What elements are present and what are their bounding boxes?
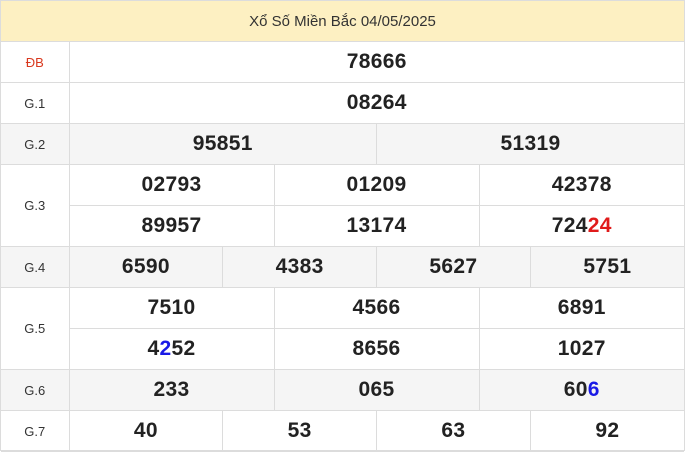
g1-number: 08264 bbox=[68, 82, 684, 124]
row-g4: G.4 6590 4383 5627 5751 bbox=[1, 246, 684, 288]
g2-number: 51319 bbox=[376, 123, 684, 165]
g7-number: 63 bbox=[376, 410, 531, 452]
label-g3: G.3 bbox=[1, 164, 70, 247]
row-g3-a: G.3 02793 01209 42378 bbox=[1, 164, 684, 247]
g4-number: 4383 bbox=[222, 246, 377, 288]
g4-number: 6590 bbox=[68, 246, 224, 288]
highlighted-digits: 24 bbox=[587, 214, 612, 237]
g6-number: 233 bbox=[68, 369, 275, 411]
g5-number: 7510 bbox=[68, 287, 275, 329]
g5-number: 1027 bbox=[478, 328, 684, 370]
results-table: ĐB 78666 G.1 08264 G.2 95851 51319 G.3 0… bbox=[1, 42, 684, 452]
g5-number: 4566 bbox=[273, 287, 480, 329]
g5-number: 6891 bbox=[478, 287, 684, 329]
g2-number: 95851 bbox=[68, 123, 377, 165]
special-number: 78666 bbox=[68, 42, 684, 83]
label-g6: G.6 bbox=[1, 369, 70, 411]
label-g1: G.1 bbox=[1, 82, 70, 124]
row-g5-b: 4252 8656 1027 bbox=[1, 328, 684, 370]
highlighted-digit: 2 bbox=[159, 337, 172, 360]
row-g3-b: 89957 13174 72424 bbox=[1, 205, 684, 247]
row-special: ĐB 78666 bbox=[1, 42, 684, 83]
g3-number: 89957 bbox=[68, 205, 275, 247]
number-prefix: 60 bbox=[563, 378, 588, 401]
label-g7: G.7 bbox=[1, 410, 70, 452]
g7-number: 92 bbox=[529, 410, 684, 452]
row-g6: G.6 233 065 606 bbox=[1, 369, 684, 411]
g7-number: 53 bbox=[222, 410, 377, 452]
g3-number: 02793 bbox=[68, 164, 275, 206]
g3-number: 13174 bbox=[273, 205, 480, 247]
g4-number: 5751 bbox=[529, 246, 684, 288]
g4-number: 5627 bbox=[376, 246, 531, 288]
g5-number: 8656 bbox=[273, 328, 480, 370]
label-g4: G.4 bbox=[1, 246, 70, 288]
highlighted-digit: 6 bbox=[587, 378, 600, 401]
g6-number: 065 bbox=[273, 369, 480, 411]
row-g5-a: G.5 7510 4566 6891 bbox=[1, 287, 684, 370]
row-g7: G.7 40 53 63 92 bbox=[1, 410, 684, 452]
g3-number: 42378 bbox=[478, 164, 684, 206]
label-g2: G.2 bbox=[1, 123, 70, 165]
g5-number-highlighted: 4252 bbox=[68, 328, 275, 370]
results-title: Xổ Số Miền Bắc 04/05/2025 bbox=[1, 1, 684, 42]
number-suffix: 52 bbox=[171, 337, 196, 360]
label-special: ĐB bbox=[1, 42, 70, 83]
g6-number-highlighted: 606 bbox=[478, 369, 684, 411]
g7-number: 40 bbox=[68, 410, 224, 452]
number-prefix: 4 bbox=[147, 337, 160, 360]
row-g1: G.1 08264 bbox=[1, 82, 684, 124]
lottery-result-board: Xổ Số Miền Bắc 04/05/2025 ĐB 78666 G.1 0… bbox=[0, 0, 685, 452]
label-g5: G.5 bbox=[1, 287, 70, 370]
g3-number: 01209 bbox=[273, 164, 480, 206]
row-g2: G.2 95851 51319 bbox=[1, 123, 684, 165]
number-prefix: 724 bbox=[551, 214, 588, 237]
g3-number-highlighted: 72424 bbox=[478, 205, 684, 247]
